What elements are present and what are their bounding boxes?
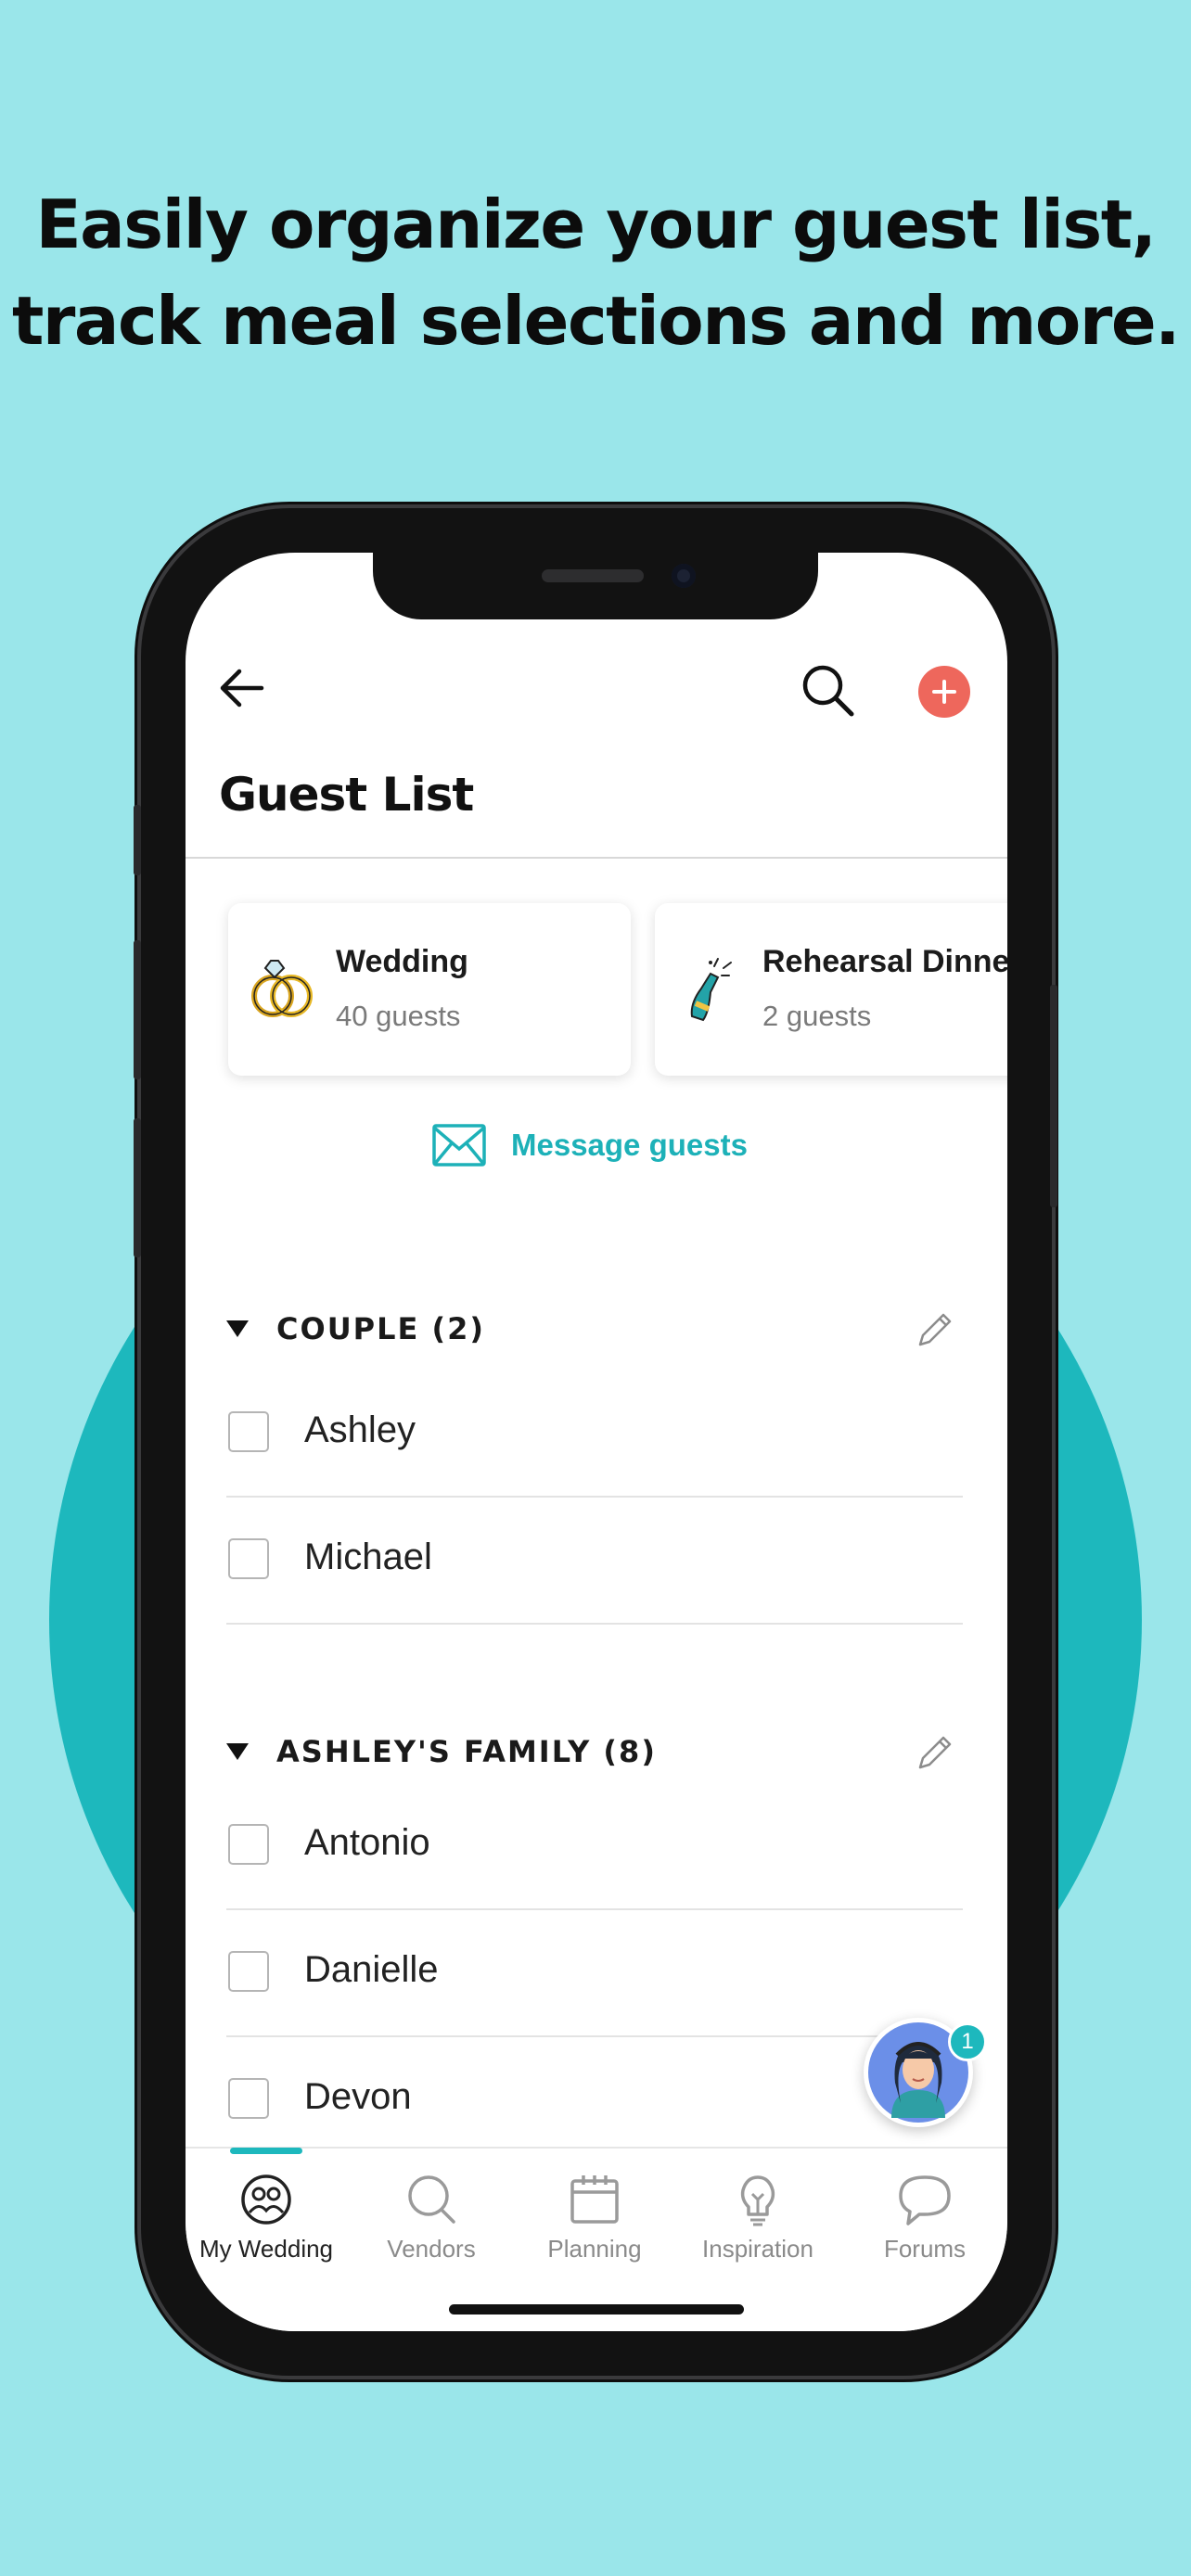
guest-row[interactable]: Devon	[226, 2035, 963, 2162]
phone-notch	[373, 553, 818, 619]
mute-switch	[134, 805, 141, 875]
power-button	[1050, 985, 1057, 1207]
phone-speaker	[542, 569, 644, 582]
pencil-icon[interactable]	[915, 1309, 955, 1350]
search-icon	[408, 2175, 455, 2224]
nav-planning[interactable]: Planning	[516, 2170, 673, 2264]
pencil-icon[interactable]	[915, 1732, 955, 1773]
nav-forums[interactable]: Forums	[846, 2170, 1004, 2264]
guest-row[interactable]: Ashley	[226, 1369, 963, 1498]
search-icon[interactable]	[798, 660, 857, 720]
promo-headline: Easily organize your guest list, track m…	[0, 176, 1191, 369]
guest-name: Michael	[304, 1537, 432, 1577]
lightbulb-icon	[740, 2175, 775, 2226]
group-title: COUPLE (2)	[276, 1311, 486, 1346]
group-header-couple[interactable]: COUPLE (2)	[226, 1311, 485, 1346]
champagne-bottle-icon	[690, 958, 732, 1022]
wedding-rings-icon	[251, 960, 313, 1017]
group-header-ashleys-family[interactable]: ASHLEY'S FAMILY (8)	[226, 1734, 657, 1769]
guest-name: Ashley	[304, 1409, 416, 1450]
nav-label: Forums	[883, 2235, 967, 2263]
guest-checkbox[interactable]	[228, 1411, 269, 1452]
nav-inspiration[interactable]: Inspiration	[679, 2170, 837, 2264]
home-indicator	[449, 2304, 744, 2315]
nav-label: Inspiration	[702, 2235, 813, 2263]
guest-row[interactable]: Danielle	[226, 1908, 963, 2037]
event-card-wedding[interactable]: Wedding 40 guests	[228, 903, 631, 1076]
volume-down-button	[134, 1118, 141, 1257]
guest-row[interactable]: Michael	[226, 1496, 963, 1625]
guest-name: Devon	[304, 2076, 412, 2117]
nav-label: My Wedding	[198, 2235, 334, 2263]
headline-line-1: Easily organize your guest list,	[35, 185, 1157, 263]
volume-up-button	[134, 940, 141, 1079]
event-guest-count: 2 guests	[762, 1000, 872, 1032]
guest-checkbox[interactable]	[228, 1538, 269, 1579]
calendar-icon	[570, 2175, 619, 2224]
envelope-icon	[432, 1124, 486, 1167]
nav-label: Planning	[547, 2235, 642, 2263]
page-title: Guest List	[219, 768, 474, 822]
headline-line-2: track meal selections and more.	[11, 282, 1181, 360]
nav-my-wedding[interactable]: My Wedding	[187, 2170, 345, 2264]
caret-down-icon[interactable]	[226, 1743, 249, 1760]
event-card-rehearsal-dinner[interactable]: Rehearsal Dinner 2 guests	[655, 903, 1007, 1076]
plus-circle-icon	[932, 680, 956, 704]
guest-name: Antonio	[304, 1822, 430, 1863]
my-wedding-icon	[241, 2174, 291, 2225]
caret-down-icon[interactable]	[226, 1320, 249, 1337]
arrow-left-icon[interactable]	[213, 660, 269, 716]
notification-badge: 1	[948, 2022, 987, 2061]
guest-checkbox[interactable]	[228, 2078, 269, 2119]
guest-name: Danielle	[304, 1949, 439, 1990]
nav-label: Vendors	[387, 2235, 476, 2263]
add-guest-button[interactable]	[918, 666, 970, 718]
event-name: Rehearsal Dinner	[762, 944, 1007, 979]
guest-checkbox[interactable]	[228, 1824, 269, 1865]
nav-vendors[interactable]: Vendors	[352, 2170, 510, 2264]
active-tab-indicator	[230, 2148, 302, 2154]
front-camera	[672, 564, 696, 588]
header-divider	[186, 857, 1007, 859]
event-guest-count: 40 guests	[336, 1000, 461, 1032]
chat-bubble-icon	[899, 2175, 951, 2225]
event-name: Wedding	[336, 944, 468, 979]
message-guests-label: Message guests	[511, 1128, 748, 1162]
group-title: ASHLEY'S FAMILY (8)	[276, 1734, 657, 1769]
app-screen: Guest List Wedding 40 guests Rehearsal D…	[186, 553, 1007, 2331]
guest-checkbox[interactable]	[228, 1951, 269, 1992]
guest-row[interactable]: Antonio	[226, 1781, 963, 1910]
message-guests-link[interactable]: Message guests	[431, 1123, 748, 1167]
